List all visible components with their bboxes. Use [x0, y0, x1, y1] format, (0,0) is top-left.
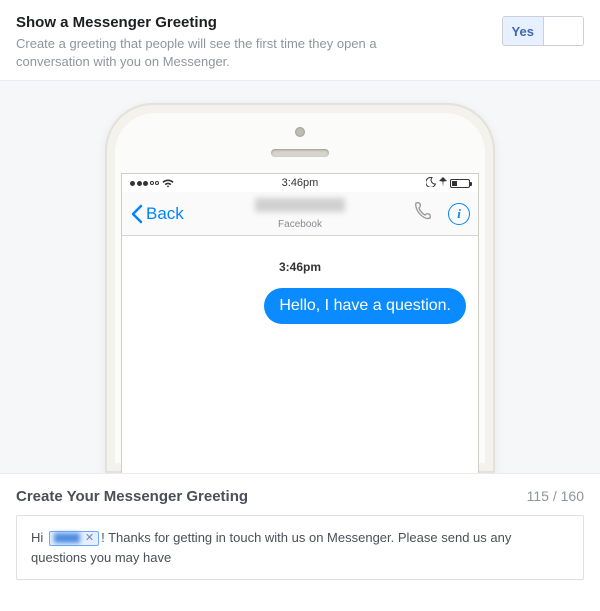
contact-name-redacted — [255, 198, 345, 212]
phone-hardware-top — [115, 127, 485, 157]
nav-actions: i — [412, 200, 470, 227]
location-icon — [439, 177, 447, 190]
greeting-text-input[interactable]: Hi ✕! Thanks for getting in touch with u… — [16, 515, 584, 580]
toggle-yes[interactable]: Yes — [503, 17, 544, 45]
greeting-editor-section: Create Your Messenger Greeting 115 / 160… — [0, 474, 600, 580]
wifi-icon — [162, 179, 174, 188]
outgoing-message-bubble: Hello, I have a question. — [264, 288, 466, 324]
token-remove-icon[interactable]: ✕ — [85, 533, 94, 544]
phone-frame: 3:46pm Back — [105, 103, 495, 473]
greeting-toggle[interactable]: Yes — [502, 16, 584, 46]
info-icon[interactable]: i — [448, 203, 470, 225]
speaker-icon — [271, 149, 329, 157]
greeting-editor-header: Create Your Messenger Greeting 115 / 160 — [16, 488, 584, 505]
greeting-text-after: ! Thanks for getting in touch with us on… — [31, 530, 511, 565]
camera-icon — [295, 127, 305, 137]
status-bar: 3:46pm — [122, 174, 478, 192]
message-row-outgoing: Hello, I have a question. — [134, 288, 466, 324]
battery-icon — [450, 179, 470, 188]
setting-title: Show a Messenger Greeting — [16, 14, 436, 31]
setting-description: Create a greeting that people will see t… — [16, 35, 436, 70]
setting-header-text: Show a Messenger Greeting Create a greet… — [16, 14, 436, 70]
greeting-text-before: Hi — [31, 530, 47, 545]
signal-icon — [130, 181, 159, 186]
status-bar-right — [426, 177, 470, 190]
chat-timestamp: 3:46pm — [134, 260, 466, 274]
personalization-token[interactable]: ✕ — [49, 531, 99, 546]
back-label: Back — [146, 204, 184, 224]
chat-body: 3:46pm Hello, I have a question. — [122, 236, 478, 348]
status-time: 3:46pm — [282, 177, 319, 189]
back-button[interactable]: Back — [130, 204, 184, 224]
phone-screen: 3:46pm Back — [121, 173, 479, 474]
greeting-editor-title: Create Your Messenger Greeting — [16, 488, 248, 505]
toggle-no[interactable] — [544, 17, 584, 45]
chevron-left-icon — [130, 204, 144, 224]
phone-preview-area: 3:46pm Back — [0, 80, 600, 474]
status-bar-left — [130, 179, 174, 188]
messenger-nav-bar: Back Facebook i — [122, 192, 478, 236]
token-label-redacted — [54, 533, 80, 543]
moon-icon — [426, 177, 436, 190]
call-icon[interactable] — [412, 200, 434, 227]
character-count: 115 / 160 — [527, 488, 584, 504]
phone-inner: 3:46pm Back — [115, 113, 485, 463]
setting-header: Show a Messenger Greeting Create a greet… — [0, 0, 600, 80]
